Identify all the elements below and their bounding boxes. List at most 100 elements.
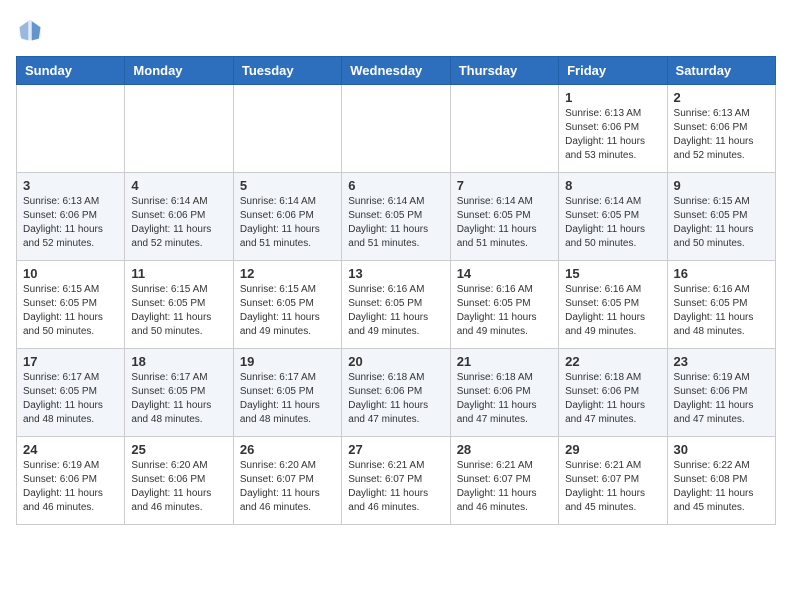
day-number: 2 [674,90,769,105]
calendar-day-cell: 15Sunrise: 6:16 AM Sunset: 6:05 PM Dayli… [559,261,667,349]
calendar-week-row: 17 Sunrise: 6:17 AM Sunset: 6:05 PM Dayli… [17,349,776,437]
calendar-table: SundayMondayTuesdayWednesdayThursdayFrid… [16,56,776,525]
calendar-day-cell: 8 Sunrise: 6:14 AM Sunset: 6:05 PM Daylig… [559,173,667,261]
day-info: Sunrise: 6:14 AM Sunset: 6:05 PM Dayligh… [457,195,552,251]
weekday-header: Monday [125,57,233,85]
day-info: Sunrise: 6:14 AM Sunset: 6:06 PM Dayligh… [240,195,335,251]
day-number: 4 [131,178,226,193]
weekday-header: Sunday [17,57,125,85]
calendar-day-cell: 9 Sunrise: 6:15 AM Sunset: 6:05 PM Daylig… [667,173,775,261]
day-info: Sunrise: 6:21 AM Sunset: 6:07 PM Dayligh… [348,459,443,515]
day-number: 27 [348,442,443,457]
day-number: 5 [240,178,335,193]
calendar-day-cell: 22 Sunrise: 6:18 AM Sunset: 6:06 PM Dayli… [559,349,667,437]
day-number: 10 [23,266,118,281]
calendar-day-cell: 19Sunrise: 6:17 AM Sunset: 6:05 PM Dayli… [233,349,341,437]
weekday-header: Saturday [667,57,775,85]
day-number: 8 [565,178,660,193]
day-number: 25 [131,442,226,457]
day-info: Sunrise: 6:14 AM Sunset: 6:05 PM Dayligh… [565,195,660,251]
calendar-day-cell: 28 Sunrise: 6:21 AM Sunset: 6:07 PM Dayli… [450,437,558,525]
day-info: Sunrise: 6:15 AM Sunset: 6:05 PM Dayligh… [23,283,118,339]
calendar-day-cell: 17 Sunrise: 6:17 AM Sunset: 6:05 PM Dayli… [17,349,125,437]
day-number: 23 [674,354,769,369]
day-number: 28 [457,442,552,457]
day-info: Sunrise: 6:16 AM Sunset: 6:05 PM Dayligh… [457,283,552,339]
calendar-day-cell: 13 Sunrise: 6:16 AM Sunset: 6:05 PM Dayli… [342,261,450,349]
day-number: 21 [457,354,552,369]
weekday-header: Thursday [450,57,558,85]
day-info: Sunrise: 6:17 AM Sunset: 6:05 PM Dayligh… [23,371,118,427]
day-info: Sunrise: 6:19 AM Sunset: 6:06 PM Dayligh… [674,371,769,427]
calendar-week-row: 10 Sunrise: 6:15 AM Sunset: 6:05 PM Dayli… [17,261,776,349]
day-info: Sunrise: 6:13 AM Sunset: 6:06 PM Dayligh… [674,107,769,163]
day-number: 12 [240,266,335,281]
day-number: 22 [565,354,660,369]
calendar-day-cell: 3 Sunrise: 6:13 AM Sunset: 6:06 PM Daylig… [17,173,125,261]
calendar-day-cell: 27 Sunrise: 6:21 AM Sunset: 6:07 PM Dayli… [342,437,450,525]
calendar-day-cell: 26 Sunrise: 6:20 AM Sunset: 6:07 PM Dayli… [233,437,341,525]
day-number: 15 [565,266,660,281]
day-number: 29 [565,442,660,457]
weekday-header: Wednesday [342,57,450,85]
calendar-day-cell [342,85,450,173]
day-number: 16 [674,266,769,281]
calendar-day-cell: 25Sunrise: 6:20 AM Sunset: 6:06 PM Dayli… [125,437,233,525]
calendar-day-cell [450,85,558,173]
day-number: 30 [674,442,769,457]
day-number: 1 [565,90,660,105]
day-info: Sunrise: 6:18 AM Sunset: 6:06 PM Dayligh… [348,371,443,427]
day-number: 9 [674,178,769,193]
day-info: Sunrise: 6:17 AM Sunset: 6:05 PM Dayligh… [131,371,226,427]
day-info: Sunrise: 6:21 AM Sunset: 6:07 PM Dayligh… [457,459,552,515]
day-info: Sunrise: 6:20 AM Sunset: 6:07 PM Dayligh… [240,459,335,515]
day-info: Sunrise: 6:15 AM Sunset: 6:05 PM Dayligh… [131,283,226,339]
calendar-day-cell: 7 Sunrise: 6:14 AM Sunset: 6:05 PM Daylig… [450,173,558,261]
calendar-body: 1 Sunrise: 6:13 AM Sunset: 6:06 PM Daylig… [17,85,776,525]
calendar-day-cell: 10 Sunrise: 6:15 AM Sunset: 6:05 PM Dayli… [17,261,125,349]
day-number: 26 [240,442,335,457]
day-info: Sunrise: 6:13 AM Sunset: 6:06 PM Dayligh… [565,107,660,163]
calendar-day-cell [125,85,233,173]
day-info: Sunrise: 6:18 AM Sunset: 6:06 PM Dayligh… [565,371,660,427]
calendar-day-cell: 16Sunrise: 6:16 AM Sunset: 6:05 PM Dayli… [667,261,775,349]
day-info: Sunrise: 6:14 AM Sunset: 6:05 PM Dayligh… [348,195,443,251]
day-info: Sunrise: 6:21 AM Sunset: 6:07 PM Dayligh… [565,459,660,515]
calendar-day-cell: 4Sunrise: 6:14 AM Sunset: 6:06 PM Daylig… [125,173,233,261]
calendar-day-cell: 2 Sunrise: 6:13 AM Sunset: 6:06 PM Daylig… [667,85,775,173]
day-number: 17 [23,354,118,369]
calendar-day-cell: 23 Sunrise: 6:19 AM Sunset: 6:06 PM Dayli… [667,349,775,437]
day-number: 13 [348,266,443,281]
calendar-header: SundayMondayTuesdayWednesdayThursdayFrid… [17,57,776,85]
calendar-day-cell [17,85,125,173]
calendar-day-cell: 29 Sunrise: 6:21 AM Sunset: 6:07 PM Dayli… [559,437,667,525]
day-number: 14 [457,266,552,281]
weekday-header: Tuesday [233,57,341,85]
logo [16,16,48,44]
calendar-week-row: 3 Sunrise: 6:13 AM Sunset: 6:06 PM Daylig… [17,173,776,261]
day-number: 3 [23,178,118,193]
day-info: Sunrise: 6:16 AM Sunset: 6:05 PM Dayligh… [348,283,443,339]
day-info: Sunrise: 6:18 AM Sunset: 6:06 PM Dayligh… [457,371,552,427]
calendar-day-cell: 12 Sunrise: 6:15 AM Sunset: 6:05 PM Dayli… [233,261,341,349]
calendar-day-cell: 21 Sunrise: 6:18 AM Sunset: 6:06 PM Dayli… [450,349,558,437]
calendar-day-cell: 18 Sunrise: 6:17 AM Sunset: 6:05 PM Dayli… [125,349,233,437]
calendar-day-cell: 30 Sunrise: 6:22 AM Sunset: 6:08 PM Dayli… [667,437,775,525]
day-info: Sunrise: 6:22 AM Sunset: 6:08 PM Dayligh… [674,459,769,515]
calendar-day-cell: 14 Sunrise: 6:16 AM Sunset: 6:05 PM Dayli… [450,261,558,349]
weekday-header: Friday [559,57,667,85]
calendar-day-cell: 6 Sunrise: 6:14 AM Sunset: 6:05 PM Daylig… [342,173,450,261]
day-number: 6 [348,178,443,193]
day-number: 7 [457,178,552,193]
calendar-week-row: 1 Sunrise: 6:13 AM Sunset: 6:06 PM Daylig… [17,85,776,173]
calendar-day-cell: 20Sunrise: 6:18 AM Sunset: 6:06 PM Dayli… [342,349,450,437]
day-info: Sunrise: 6:15 AM Sunset: 6:05 PM Dayligh… [674,195,769,251]
calendar-day-cell: 5 Sunrise: 6:14 AM Sunset: 6:06 PM Daylig… [233,173,341,261]
weekday-row: SundayMondayTuesdayWednesdayThursdayFrid… [17,57,776,85]
day-number: 18 [131,354,226,369]
day-info: Sunrise: 6:13 AM Sunset: 6:06 PM Dayligh… [23,195,118,251]
day-info: Sunrise: 6:17 AM Sunset: 6:05 PM Dayligh… [240,371,335,427]
day-info: Sunrise: 6:15 AM Sunset: 6:05 PM Dayligh… [240,283,335,339]
day-number: 11 [131,266,226,281]
day-number: 24 [23,442,118,457]
